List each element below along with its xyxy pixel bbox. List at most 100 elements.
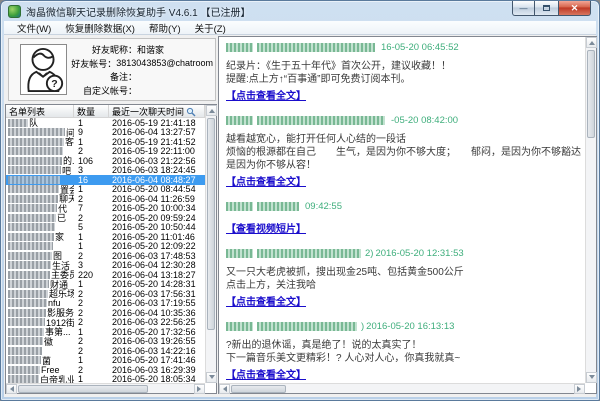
list-item[interactable]: 菌12016-05-20 17:41:46	[6, 356, 205, 366]
list-item-count: 2	[74, 289, 109, 299]
message-time: 2016-05-20 12:31:53	[375, 248, 463, 259]
censored-sender-name	[226, 116, 253, 125]
list-item[interactable]: 徽22016-06-03 19:26:55	[6, 337, 205, 347]
chat-vscroll-thumb[interactable]	[587, 50, 595, 138]
scroll-left-icon[interactable]	[6, 384, 17, 394]
title-bar: 淘晶微信聊天记录删除恢复助手 V4.6.1 【已注册】 — ✕	[1, 1, 599, 21]
list-item[interactable]: 超乐场22016-06-03 17:56:31	[6, 289, 205, 299]
svg-text:?: ?	[51, 78, 57, 90]
list-item-time: 2016-06-03 14:22:16	[109, 346, 205, 356]
chat-vertical-scrollbar[interactable]	[585, 37, 596, 383]
list-vertical-scrollbar[interactable]	[205, 105, 216, 383]
message: 2)2016-05-20 12:31:53 又一只大老虎被抓，搜出现金25吨、包括…	[226, 248, 581, 312]
caption-buttons: — ✕	[512, 1, 591, 16]
list-item-time: 2016-06-04 12:30:28	[109, 260, 205, 270]
message-text: 又一只大老虎被抓，搜出现金25吨、包括黄金500公斤	[226, 266, 581, 279]
list-item-time: 2016-06-03 22:56:25	[109, 317, 205, 327]
list-item-count: 2	[74, 194, 109, 204]
message-header: 2)2016-05-20 12:31:53	[226, 248, 581, 259]
censored-name	[8, 290, 48, 298]
view-full-text-link[interactable]: 【查看视频短片】	[226, 223, 306, 237]
list-item-time: 2016-06-03 21:22:56	[109, 156, 205, 166]
profile-field-label: 好友帐号：	[71, 57, 116, 70]
friend-info-panel: ? 好友昵称：和谐家好友帐号：3813043853@chatroom备注：自定义…	[8, 38, 216, 101]
list-item-count: 9	[74, 127, 109, 137]
minimize-button[interactable]: —	[512, 1, 535, 16]
scroll-down-icon[interactable]	[206, 372, 217, 383]
chat-horizontal-scrollbar[interactable]	[219, 383, 585, 393]
message-time: 09:42:55	[305, 201, 342, 212]
list-item[interactable]: 家12016-05-20 11:01:46	[6, 232, 205, 242]
app-icon	[8, 5, 21, 18]
maximize-button[interactable]	[535, 1, 558, 16]
list-item-time: 2016-05-20 08:44:54	[109, 184, 205, 194]
menu-item-1[interactable]: 恢复删除数据(X)	[58, 21, 142, 35]
view-full-text-link[interactable]: 【点击查看全文】	[226, 90, 306, 104]
censored-name	[8, 176, 60, 184]
list-item-time: 2016-06-03 17:56:31	[109, 289, 205, 299]
scroll-left-icon[interactable]	[219, 384, 230, 394]
list-item-count: 2	[74, 317, 109, 327]
menu-item-2[interactable]: 帮助(Y)	[142, 21, 188, 35]
censored-sender-id	[257, 202, 299, 211]
menu-bar: 文件(W)恢复删除数据(X)帮助(Y)关于(Z)	[4, 21, 596, 35]
list-item[interactable]: 客服12016-05-19 21:41:52	[6, 137, 205, 147]
list-item-count: 1	[74, 241, 109, 251]
list-item-count: 2	[74, 146, 109, 156]
message-text: 提醒:点上方↑“百事通”即可免费订阅本刊。	[226, 73, 581, 86]
list-item[interactable]: 162016-06-04 08:48:27	[6, 175, 205, 185]
menu-item-0[interactable]: 文件(W)	[10, 21, 58, 35]
client-area: ? 好友昵称：和谐家好友帐号：3813043853@chatroom备注：自定义…	[4, 35, 596, 397]
window-title: 淘晶微信聊天记录删除恢复助手 V4.6.1 【已注册】	[26, 4, 250, 19]
chat-hscroll-thumb[interactable]	[231, 385, 286, 393]
sender-id-tail: 2)	[365, 248, 373, 259]
list-item-count: 5	[74, 222, 109, 232]
view-full-text-link[interactable]: 【点击查看全文】	[226, 296, 306, 310]
column-header-name[interactable]: 名单列表	[6, 105, 74, 117]
profile-field-label: 备注：	[71, 70, 137, 83]
search-icon	[186, 107, 196, 117]
profile-field-value: 3813043853@chatroom	[116, 58, 213, 68]
list-item-count: 220	[74, 270, 109, 280]
close-button[interactable]: ✕	[558, 1, 591, 16]
profile-field-value: 和谐家	[137, 43, 164, 56]
message: 09:42:55 【查看视频短片】	[226, 201, 581, 239]
censored-sender-id	[257, 43, 375, 52]
profile-field: 好友帐号：3813043853@chatroom	[71, 57, 213, 71]
message-time: -05-20 08:42:00	[391, 115, 458, 126]
censored-name	[8, 138, 64, 146]
scroll-down-icon[interactable]	[586, 372, 597, 383]
list-item-count: 2	[74, 346, 109, 356]
list-vscroll-thumb[interactable]	[207, 118, 215, 330]
list-item[interactable]: 已22016-05-20 09:59:24	[6, 213, 205, 223]
column-header-time[interactable]: 最近一次聊天时间	[109, 105, 205, 117]
scroll-up-icon[interactable]	[206, 105, 217, 116]
view-full-text-link[interactable]: 【点击查看全文】	[226, 369, 306, 383]
censored-name	[8, 233, 54, 241]
message-text: 纪录片：《生于五十年代》首次公开，建议收藏！！	[226, 60, 581, 73]
list-item[interactable]: 吧32016-06-03 18:24:45	[6, 166, 205, 176]
message-header: 09:42:55	[226, 201, 581, 212]
list-item-time: 2016-05-20 10:50:44	[109, 222, 205, 232]
censored-sender-name	[226, 202, 253, 211]
list-item-time: 2016-06-04 08:48:27	[109, 175, 205, 185]
message: -05-20 08:42:00越看越宽心，能打开任何人心结的一段话烦恼的根源都在…	[226, 115, 581, 192]
scroll-up-icon[interactable]	[586, 37, 597, 48]
menu-item-3[interactable]: 关于(Z)	[188, 21, 233, 35]
column-header-count[interactable]: 数量	[74, 105, 109, 117]
censored-sender-name	[226, 322, 253, 331]
profile-field: 好友昵称：和谐家	[71, 43, 213, 57]
list-hscroll-thumb[interactable]	[18, 385, 148, 393]
list-item-count: 1	[74, 327, 109, 337]
scroll-right-icon[interactable]	[574, 384, 585, 394]
message-time: 16-05-20 06:45:52	[381, 42, 459, 53]
list-item-time: 2016-06-04 10:35:36	[109, 308, 205, 318]
message-text: 是因为你不够从容！	[226, 159, 581, 172]
scroll-right-icon[interactable]	[194, 384, 205, 394]
message: )2016-05-20 16:13:13?新出的退休谣，真是绝了！说的太真实了！…	[226, 321, 581, 383]
list-item-count: 1	[74, 355, 109, 365]
sender-id-tail: )	[361, 321, 364, 332]
list-horizontal-scrollbar[interactable]	[6, 383, 205, 393]
list-item-time: 2016-05-20 17:32:56	[109, 327, 205, 337]
view-full-text-link[interactable]: 【点击查看全文】	[226, 176, 306, 190]
